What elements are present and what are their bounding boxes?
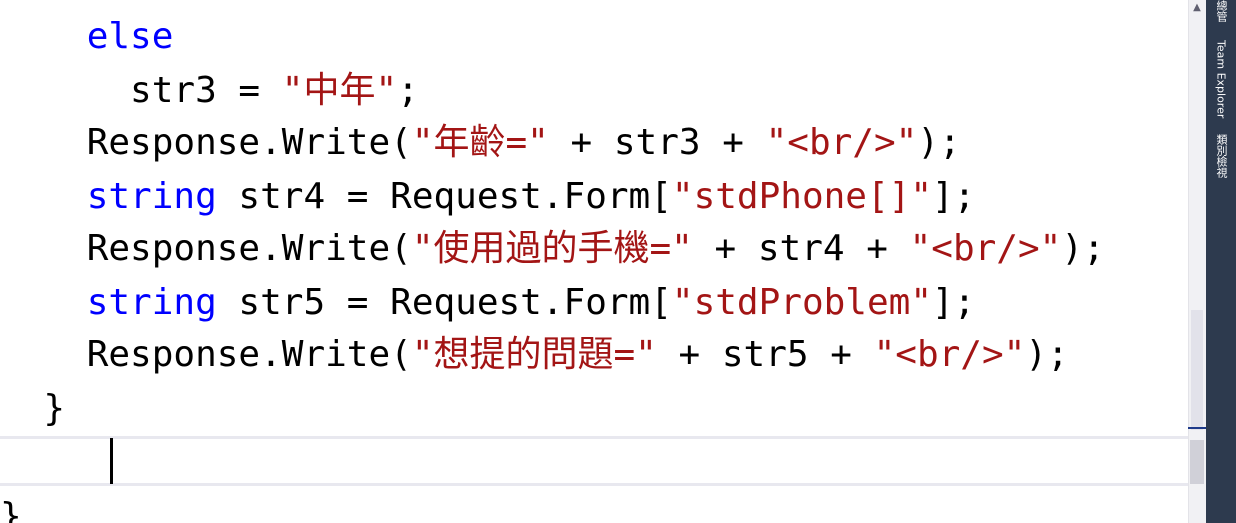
code-line[interactable]: string str5 = Request.Form["stdProblem"]…: [0, 276, 976, 329]
code-line[interactable]: str3 = "中年";: [0, 64, 419, 117]
code-editor[interactable]: else str3 = "中年"; Response.Write("年齡=" +…: [0, 0, 1188, 523]
tab-label: Team Explorer: [1214, 40, 1228, 119]
code-line[interactable]: Response.Write("想提的問題=" + str5 + "<br/>"…: [0, 328, 1069, 381]
code-token: }: [43, 388, 66, 429]
code-line[interactable]: Response.Write("年齡=" + str3 + "<br/>");: [0, 116, 961, 169]
string-token: "<br/>": [873, 334, 1026, 375]
caret-position-marker: [1188, 427, 1206, 429]
code-token: ];: [932, 176, 976, 217]
string-token: "stdProblem": [671, 282, 932, 323]
scroll-up-icon[interactable]: ▲: [1190, 0, 1204, 14]
current-line-highlight: [0, 436, 1188, 486]
text-cursor: [110, 438, 113, 484]
code-line[interactable]: }: [0, 382, 65, 435]
code-token: );: [1061, 228, 1105, 269]
code-token: Response.Write(: [86, 122, 412, 163]
code-token: + str5 +: [656, 334, 874, 375]
code-token: );: [917, 122, 961, 163]
code-token: Response.Write(: [86, 228, 412, 269]
code-token: );: [1025, 334, 1069, 375]
code-token: Response.Write(: [86, 334, 412, 375]
string-token: "年齡=": [411, 122, 549, 163]
tab-label: 總管: [1215, 0, 1228, 22]
string-token: "想提的問題=": [411, 334, 657, 375]
code-token: str5 = Request.Form[: [216, 282, 672, 323]
scrollbar-map-region: [1190, 440, 1204, 484]
tab-team-explorer[interactable]: Team Explorer: [1206, 40, 1236, 130]
code-token: ;: [397, 70, 419, 111]
tab-class-view[interactable]: 類別檢視: [1206, 134, 1236, 194]
code-token: }: [0, 496, 22, 523]
string-token: "<br/>": [909, 228, 1062, 269]
scrollbar-thumb[interactable]: [1191, 310, 1203, 430]
string-token: "<br/>": [765, 122, 918, 163]
code-line[interactable]: else: [0, 10, 174, 63]
string-token: "中年": [281, 70, 398, 111]
code-token: str4 = Request.Form[: [216, 176, 672, 217]
keyword-token: string: [86, 176, 217, 217]
tab-solution-explorer[interactable]: 總管: [1206, 0, 1236, 32]
code-line[interactable]: }: [0, 490, 22, 523]
code-token: + str3 +: [548, 122, 766, 163]
tab-label: 類別檢視: [1215, 134, 1228, 178]
code-token: str3 =: [130, 70, 282, 111]
string-token: "stdPhone[]": [671, 176, 932, 217]
keyword-token: string: [86, 282, 217, 323]
code-token: + str4 +: [692, 228, 910, 269]
code-token: ];: [932, 282, 976, 323]
keyword-token: else: [86, 16, 174, 57]
code-line[interactable]: Response.Write("使用過的手機=" + str4 + "<br/>…: [0, 222, 1105, 275]
string-token: "使用過的手機=": [411, 228, 693, 269]
code-line[interactable]: string str4 = Request.Form["stdPhone[]"]…: [0, 170, 976, 223]
